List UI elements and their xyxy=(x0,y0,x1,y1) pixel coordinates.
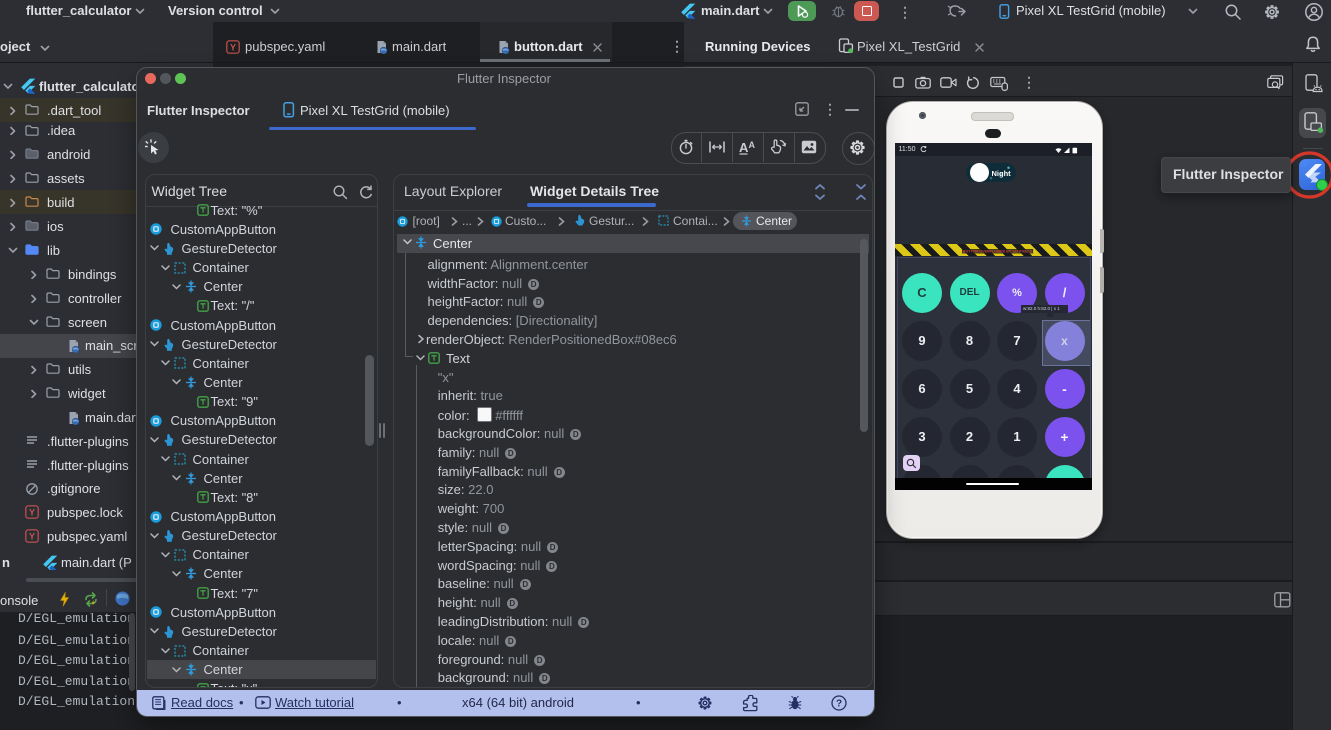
svg-text:Y: Y xyxy=(29,531,35,541)
svg-text:?: ? xyxy=(836,699,842,710)
svg-text:A: A xyxy=(739,140,749,155)
svg-text:A: A xyxy=(749,140,756,150)
svg-text:Y: Y xyxy=(29,507,35,517)
svg-text:Y: Y xyxy=(230,42,236,52)
